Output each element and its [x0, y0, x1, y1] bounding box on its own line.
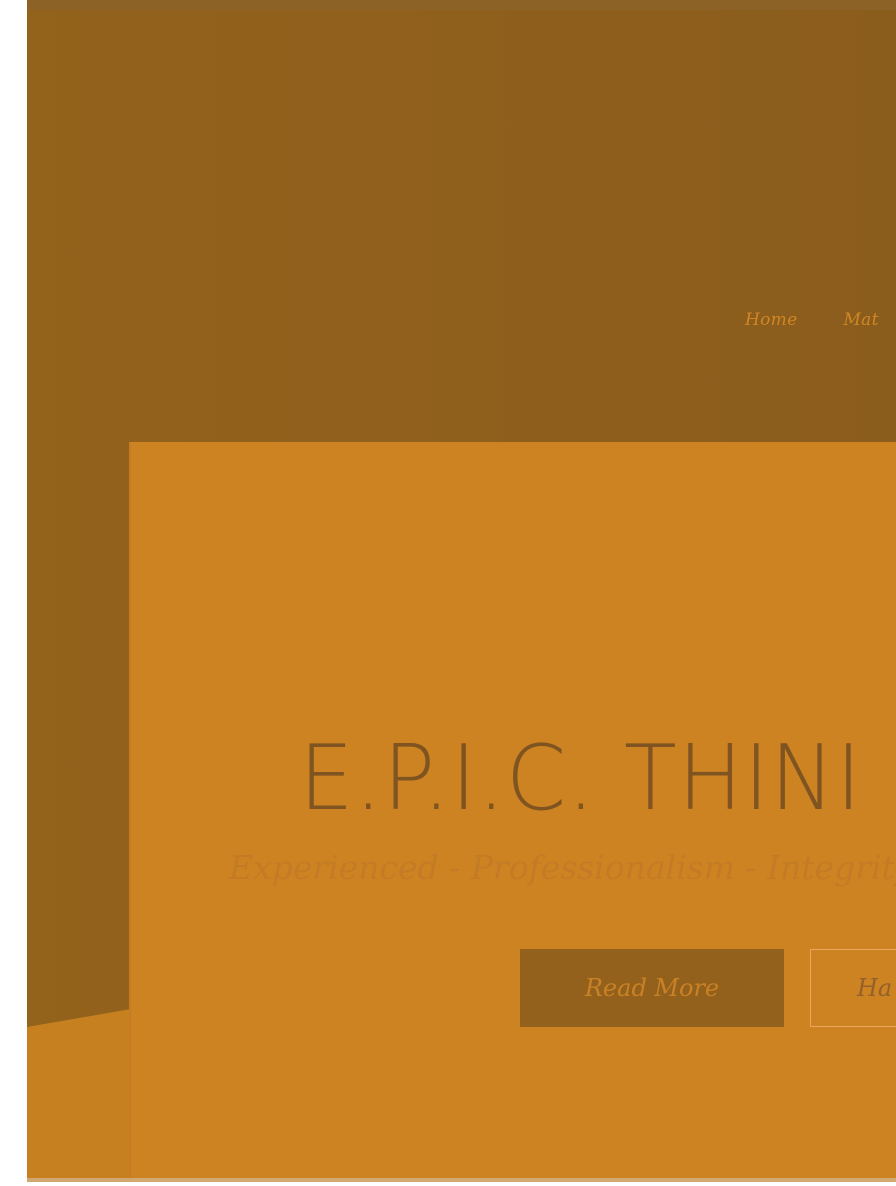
nav-link-mat[interactable]: Mat [843, 310, 878, 330]
secondary-button[interactable]: Ha [810, 949, 896, 1027]
panel-edge [129, 442, 131, 1182]
hero-tagline: Experienced - Professionalism - Integrit… [229, 848, 896, 887]
page-viewport: Home Mat E.P.I.C. THINI Experienced - Pr… [27, 0, 896, 1182]
read-more-button[interactable]: Read More [520, 949, 784, 1027]
nav-link-home[interactable]: Home [745, 310, 797, 330]
bottom-edge [27, 1178, 896, 1182]
hero-title: E.P.I.C. THINI [299, 726, 863, 831]
hero-panel: E.P.I.C. THINI Experienced - Professiona… [129, 442, 896, 1182]
main-navigation: Home Mat [745, 310, 879, 330]
top-strip [27, 0, 896, 10]
